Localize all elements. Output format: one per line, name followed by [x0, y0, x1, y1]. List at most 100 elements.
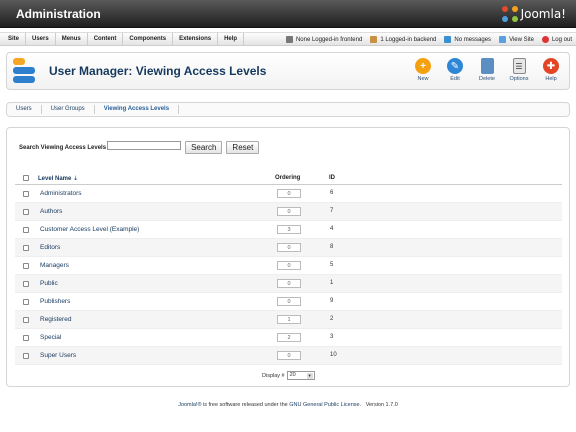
main-content: Search Viewing Access Levels Search Rese… — [6, 127, 570, 387]
menu-components[interactable]: Components — [123, 33, 174, 46]
reset-button[interactable]: Reset — [226, 141, 260, 154]
display-value: 20 — [289, 372, 296, 378]
menu-content[interactable]: Content — [88, 33, 124, 46]
display-limit: Display # 20 ▼ — [262, 371, 315, 380]
level-name-link[interactable]: Authors — [40, 208, 62, 215]
row-id: 8 — [330, 244, 334, 250]
level-name-link[interactable]: Editors — [40, 244, 60, 251]
level-name-link[interactable]: Administrators — [40, 190, 82, 197]
logout-link[interactable]: Log out — [541, 36, 572, 43]
table-row: Public 0 1 — [15, 275, 562, 293]
row-checkbox[interactable] — [23, 191, 29, 197]
ordering-input[interactable]: 0 — [277, 261, 301, 270]
row-id: 4 — [330, 226, 334, 232]
table-row: Administrators 0 6 — [15, 185, 562, 203]
chevron-down-icon: ▼ — [306, 373, 313, 379]
row-checkbox[interactable] — [23, 353, 29, 359]
row-checkbox[interactable] — [23, 281, 29, 287]
ordering-input[interactable]: 1 — [277, 315, 301, 324]
level-name-link[interactable]: Special — [40, 334, 61, 341]
row-checkbox[interactable] — [23, 299, 29, 305]
ordering-input[interactable]: 0 — [277, 297, 301, 306]
row-id: 7 — [330, 208, 334, 214]
submenu-user-groups[interactable]: User Groups — [42, 105, 95, 114]
new-button[interactable]: + New — [407, 56, 439, 88]
column-id[interactable]: ID — [329, 175, 335, 181]
frontend-status: None Logged-in frontend — [285, 36, 362, 43]
edit-button-label: Edit — [450, 76, 460, 82]
view-site-link[interactable]: View Site — [499, 36, 534, 43]
table-row: Special 2 3 — [15, 329, 562, 347]
delete-button[interactable]: Delete — [471, 56, 503, 88]
trash-icon — [480, 58, 494, 74]
toolbar-buttons: + New ✎ Edit Delete ☰ Options ✚ Help — [407, 56, 567, 88]
level-name-link[interactable]: Public — [40, 280, 58, 287]
ordering-input[interactable]: 0 — [277, 189, 301, 198]
level-name-link[interactable]: Publishers — [40, 298, 70, 305]
options-button-label: Options — [509, 76, 529, 82]
level-name-link[interactable]: Customer Access Level (Example) — [40, 226, 139, 233]
menu-help[interactable]: Help — [218, 33, 245, 46]
select-all-checkbox[interactable] — [23, 175, 29, 181]
level-name-link[interactable]: Registered — [40, 316, 71, 323]
menu-extensions[interactable]: Extensions — [173, 33, 219, 46]
options-icon: ☰ — [512, 58, 526, 74]
logout-label: Log out — [551, 36, 572, 43]
table-row: Authors 0 7 — [15, 203, 562, 221]
access-levels-table: Level Name ⇣ Ordering ID Administrators … — [15, 172, 562, 365]
search-button[interactable]: Search — [185, 141, 223, 154]
users-icon — [370, 36, 378, 43]
table-row: Managers 0 5 — [15, 257, 562, 275]
row-checkbox[interactable] — [23, 335, 29, 341]
menu-users[interactable]: Users — [26, 33, 56, 46]
license-link[interactable]: GNU General Public License. — [289, 402, 361, 408]
column-level-name-label: Level Name — [38, 176, 72, 182]
toolbar-box: User Manager: Viewing Access Levels + Ne… — [6, 52, 570, 90]
ordering-input[interactable]: 3 — [277, 225, 301, 234]
level-name-link[interactable]: Managers — [40, 262, 69, 269]
table-row: Customer Access Level (Example) 3 4 — [15, 221, 562, 239]
footer: Joomla!® is free software released under… — [0, 402, 576, 408]
display-select[interactable]: 20 ▼ — [286, 371, 315, 380]
joomla-logo: Joomla! — [501, 5, 566, 23]
row-checkbox[interactable] — [23, 245, 29, 251]
help-button-label: Help — [545, 76, 557, 82]
app-header: Administration Joomla! — [0, 0, 576, 28]
status-area: None Logged-in frontend 1 Logged-in back… — [278, 33, 572, 46]
submenu-viewing-access-levels[interactable]: Viewing Access Levels — [95, 105, 180, 114]
table-header: Level Name ⇣ Ordering ID — [15, 172, 562, 185]
table-row: Super Users 0 10 — [15, 347, 562, 365]
level-name-link[interactable]: Super Users — [40, 352, 76, 359]
sub-menu: Users User Groups Viewing Access Levels — [6, 102, 570, 117]
ordering-input[interactable]: 0 — [277, 243, 301, 252]
messages-link[interactable]: No messages — [444, 36, 491, 43]
row-checkbox[interactable] — [23, 317, 29, 323]
view-site-icon — [499, 36, 507, 43]
row-checkbox[interactable] — [23, 209, 29, 215]
search-label: Search Viewing Access Levels — [19, 144, 107, 151]
options-button[interactable]: ☰ Options — [503, 56, 535, 88]
backend-status: 1 Logged-in backend — [370, 36, 436, 43]
edit-button[interactable]: ✎ Edit — [439, 56, 471, 88]
row-checkbox[interactable] — [23, 227, 29, 233]
search-input[interactable] — [107, 141, 182, 150]
ordering-input[interactable]: 0 — [277, 351, 301, 360]
version-text: Version 1.7.0 — [365, 402, 398, 408]
submenu-users[interactable]: Users — [7, 105, 42, 114]
menu-bar: Site Users Menus Content Components Exte… — [0, 32, 576, 46]
column-ordering[interactable]: Ordering — [275, 175, 300, 181]
help-button[interactable]: ✚ Help — [535, 56, 567, 88]
new-button-label: New — [417, 76, 429, 82]
joomla-link[interactable]: Joomla!® — [178, 402, 201, 408]
row-id: 9 — [330, 298, 334, 304]
plus-icon: + — [415, 58, 431, 74]
column-level-name[interactable]: Level Name ⇣ — [38, 175, 78, 182]
row-checkbox[interactable] — [23, 263, 29, 269]
table-row: Registered 1 2 — [15, 311, 562, 329]
menu-menus[interactable]: Menus — [56, 33, 88, 46]
ordering-input[interactable]: 0 — [277, 207, 301, 216]
menu-site[interactable]: Site — [2, 33, 27, 46]
ordering-input[interactable]: 0 — [277, 279, 301, 288]
ordering-input[interactable]: 2 — [277, 333, 301, 342]
main-menu: Site Users Menus Content Components Exte… — [2, 33, 245, 46]
